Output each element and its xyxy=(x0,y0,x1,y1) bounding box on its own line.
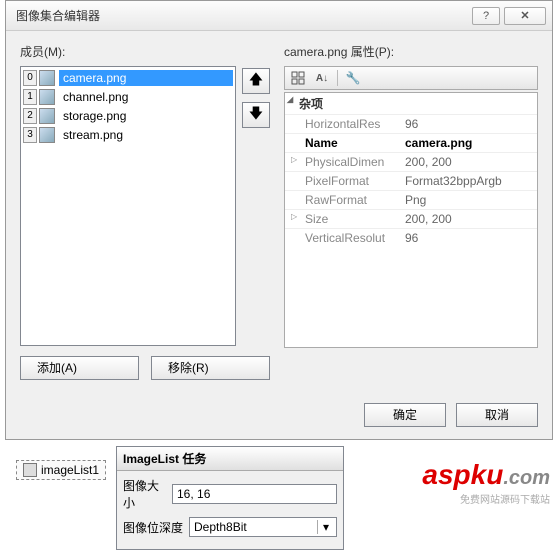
property-row[interactable]: Namecamera.png xyxy=(285,133,537,152)
properties-label: camera.png 属性(P): xyxy=(284,43,538,60)
image-depth-select[interactable]: Depth8Bit xyxy=(189,517,337,537)
property-name: PixelFormat xyxy=(285,172,401,190)
property-name: RawFormat xyxy=(285,191,401,209)
members-label: 成员(M): xyxy=(20,43,270,60)
item-name: channel.png xyxy=(59,89,233,105)
property-value[interactable]: Format32bppArgb xyxy=(401,172,537,190)
property-value[interactable]: 200, 200 xyxy=(401,153,537,171)
smart-tag-panel: ImageList 任务 图像大小 图像位深度 Depth8Bit xyxy=(116,446,344,550)
property-name: VerticalResolut xyxy=(285,229,401,247)
move-up-button[interactable]: 🡅 xyxy=(242,68,270,94)
property-category[interactable]: 杂项 xyxy=(285,93,537,114)
property-name: Size xyxy=(285,210,401,228)
image-collection-editor-dialog: 图像集合编辑器 ? ✕ 成员(M): 0 camera.png 1 channel.p… xyxy=(5,0,553,440)
dialog-title: 图像集合编辑器 xyxy=(16,7,468,24)
watermark: aspku.com 免费网站源码下载站 xyxy=(422,459,550,506)
image-thumb-icon xyxy=(39,89,55,105)
property-grid[interactable]: 杂项 HorizontalRes96Namecamera.pngPhysical… xyxy=(284,92,538,348)
property-row[interactable]: PixelFormatFormat32bppArgb xyxy=(285,171,537,190)
property-name: PhysicalDimen xyxy=(285,153,401,171)
list-item[interactable]: 1 channel.png xyxy=(23,88,233,106)
toolbar-separator xyxy=(337,70,338,86)
image-thumb-icon xyxy=(39,70,55,86)
item-name: storage.png xyxy=(59,108,233,124)
add-button[interactable]: 添加(A) xyxy=(20,356,139,380)
property-value[interactable]: 96 xyxy=(401,115,537,133)
image-thumb-icon xyxy=(39,108,55,124)
property-row[interactable]: VerticalResolut96 xyxy=(285,228,537,247)
image-depth-label: 图像位深度 xyxy=(123,519,183,536)
property-pages-icon[interactable]: 🔧 xyxy=(344,69,362,87)
cancel-button[interactable]: 取消 xyxy=(456,403,538,427)
component-name: imageList1 xyxy=(41,463,99,477)
item-index: 1 xyxy=(23,89,37,105)
property-row[interactable]: HorizontalRes96 xyxy=(285,114,537,133)
smart-tag-header: ImageList 任务 xyxy=(117,447,343,471)
image-thumb-icon xyxy=(39,127,55,143)
categorized-icon[interactable] xyxy=(289,69,307,87)
ok-button[interactable]: 确定 xyxy=(364,403,446,427)
property-row[interactable]: RawFormatPng xyxy=(285,190,537,209)
property-value[interactable]: 200, 200 xyxy=(401,210,537,228)
close-button[interactable]: ✕ xyxy=(504,7,546,25)
property-toolbar: A↓ 🔧 xyxy=(284,66,538,90)
property-row[interactable]: Size200, 200 xyxy=(285,209,537,228)
property-value[interactable]: 96 xyxy=(401,229,537,247)
imagelist-icon xyxy=(23,463,37,477)
help-button[interactable]: ? xyxy=(472,7,500,25)
titlebar[interactable]: 图像集合编辑器 ? ✕ xyxy=(6,1,552,31)
item-index: 0 xyxy=(23,70,37,86)
remove-button[interactable]: 移除(R) xyxy=(151,356,270,380)
property-value[interactable]: Png xyxy=(401,191,537,209)
list-item[interactable]: 0 camera.png xyxy=(23,69,233,87)
property-name: HorizontalRes xyxy=(285,115,401,133)
item-index: 2 xyxy=(23,108,37,124)
item-index: 3 xyxy=(23,127,37,143)
item-name: camera.png xyxy=(59,70,233,86)
property-value[interactable]: camera.png xyxy=(401,134,537,152)
item-name: stream.png xyxy=(59,127,233,143)
move-down-button[interactable]: 🡇 xyxy=(242,102,270,128)
property-row[interactable]: PhysicalDimen200, 200 xyxy=(285,152,537,171)
members-listbox[interactable]: 0 camera.png 1 channel.png 2 storage.png 3 stre… xyxy=(20,66,236,346)
list-item[interactable]: 3 stream.png xyxy=(23,126,233,144)
property-name: Name xyxy=(285,134,401,152)
list-item[interactable]: 2 storage.png xyxy=(23,107,233,125)
alphabetical-icon[interactable]: A↓ xyxy=(313,69,331,87)
image-size-input[interactable] xyxy=(172,484,337,504)
component-tray-item[interactable]: imageList1 xyxy=(16,460,106,480)
image-size-label: 图像大小 xyxy=(123,477,166,511)
